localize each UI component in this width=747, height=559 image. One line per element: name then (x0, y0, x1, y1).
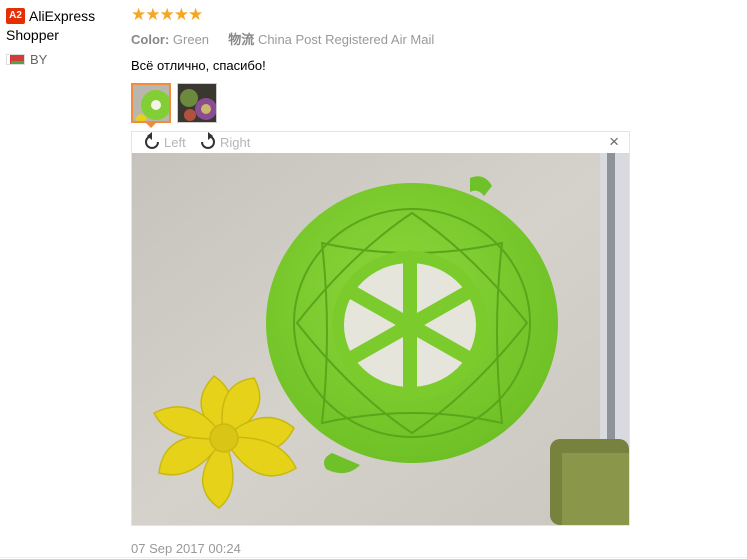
reviewer-name: A2 AliExpress Shopper (6, 8, 96, 43)
star-rating: ★★★★★ (131, 5, 203, 24)
photo-image (132, 153, 629, 525)
review-text: Всё отлично, спасибо! (131, 58, 266, 73)
reviewer-country: BY (6, 52, 124, 67)
review-photo (132, 153, 629, 525)
close-viewer-button[interactable]: × (609, 133, 619, 151)
rotate-right-icon (201, 132, 215, 149)
photo-thumbnails (131, 83, 631, 128)
active-thumbnail-indicator (145, 122, 157, 128)
photo-thumbnail-1[interactable] (131, 83, 171, 123)
photo-thumbnail-2[interactable] (177, 83, 217, 123)
order-info: Color: Green 物流 China Post Registered Ai… (131, 29, 631, 48)
photo-viewer: Left Right × (131, 131, 630, 526)
review-date: 07 Sep 2017 00:24 (131, 541, 241, 556)
reviewer-info: A2 AliExpress Shopper BY (6, 7, 124, 67)
color-label: Color: (131, 32, 170, 47)
shipping-label: 物流 (228, 32, 255, 47)
rotate-right-button[interactable]: Right (198, 132, 250, 152)
color-value: Green (172, 32, 210, 47)
review-body: ★★★★★ Color: Green 物流 China Post Registe… (131, 5, 631, 128)
shipping-value: China Post Registered Air Mail (257, 32, 435, 47)
viewer-toolbar: Left Right × (132, 132, 629, 152)
country-code: BY (30, 52, 48, 67)
user-level-badge: A2 (6, 8, 25, 24)
divider (0, 557, 747, 558)
rotate-left-button[interactable]: Left (142, 132, 186, 152)
belarus-flag-icon (6, 54, 25, 65)
rotate-left-icon (145, 132, 159, 149)
